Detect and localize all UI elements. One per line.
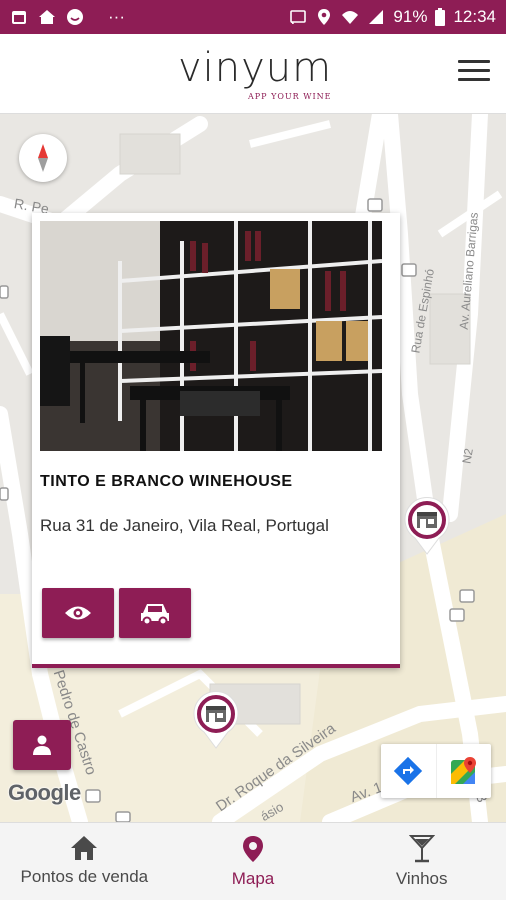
view-store-button[interactable] — [42, 588, 114, 638]
logo-wordmark: vinyum — [177, 45, 333, 91]
app-header: vinyum APP YOUR WINE — [0, 34, 506, 114]
store-pin-icon — [404, 497, 450, 555]
tab-label: Mapa — [231, 869, 275, 888]
my-profile-button[interactable] — [13, 720, 71, 770]
tab-label: Vinhos — [395, 869, 448, 888]
user-icon — [33, 735, 51, 755]
map-view[interactable]: R. Pe Rua de Espinhó Av. Aureliano Barri… — [0, 114, 506, 822]
directions-car-button[interactable] — [119, 588, 191, 638]
tab-pontos-de-venda[interactable]: Pontos de venda — [0, 823, 169, 900]
car-icon — [141, 604, 169, 625]
store-pin-icon — [193, 691, 239, 749]
compass-icon — [38, 144, 48, 172]
menu-line — [458, 60, 490, 63]
compass-button[interactable] — [19, 134, 67, 182]
directions-icon — [394, 756, 423, 786]
logo-tagline: APP YOUR WINE — [248, 92, 332, 101]
calendar-notification-icon — [12, 11, 26, 24]
more-notifications: ··· — [108, 7, 125, 26]
street-label: N2 — [459, 447, 476, 465]
tab-mapa[interactable]: Mapa — [169, 823, 338, 900]
home-icon — [71, 836, 98, 860]
store-map-pin[interactable] — [401, 494, 453, 556]
store-address: Rua 31 de Janeiro, Vila Real, Portugal — [40, 516, 329, 535]
google-attribution: Google — [8, 780, 81, 805]
location-icon — [318, 9, 331, 25]
signal-icon — [369, 10, 384, 24]
menu-line — [458, 78, 490, 81]
battery-icon — [435, 8, 446, 26]
vinyum-logo: vinyum APP YOUR WINE — [150, 46, 360, 104]
open-google-maps-button[interactable] — [435, 744, 492, 798]
eye-icon — [65, 606, 91, 620]
directions-button[interactable] — [381, 744, 436, 798]
tab-label: Pontos de venda — [20, 867, 149, 886]
home-notification-icon — [39, 10, 55, 24]
tab-vinhos[interactable]: Vinhos — [337, 823, 506, 900]
place-info-card[interactable]: TINTO E BRANCO WINEHOUSE Rua 31 de Janei… — [32, 213, 400, 668]
battery-percent: 91% — [393, 7, 428, 26]
status-bar: ··· 91% 12:34 — [0, 0, 506, 34]
hamburger-menu-button[interactable] — [458, 60, 490, 86]
cast-icon — [290, 10, 307, 25]
google-maps-icon — [450, 757, 476, 784]
store-map-pin[interactable] — [190, 688, 242, 750]
wifi-icon — [342, 11, 359, 24]
smile-notification-icon — [67, 9, 83, 25]
clock: 12:34 — [453, 7, 496, 26]
bottom-navigation: Pontos de venda Mapa Vinhos — [0, 822, 506, 900]
store-photo-illustration — [40, 221, 382, 451]
store-photo — [40, 221, 382, 451]
wine-glass-icon — [408, 835, 435, 863]
map-navigation-tools — [381, 744, 491, 798]
store-name: TINTO E BRANCO WINEHOUSE — [40, 473, 293, 490]
menu-line — [458, 69, 490, 72]
map-pin-icon — [243, 836, 263, 862]
